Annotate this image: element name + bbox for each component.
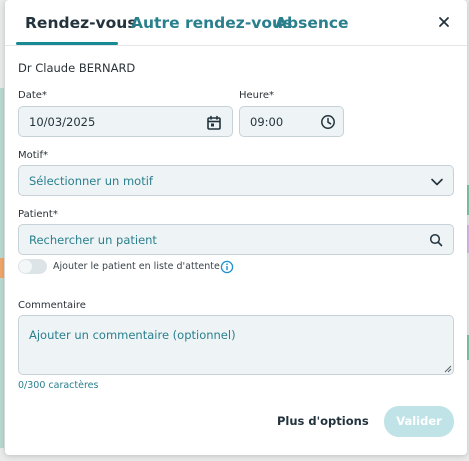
comment-placeholder: Ajouter un commentaire (optionnel): [29, 328, 236, 342]
tab-absence[interactable]: Absence: [275, 14, 349, 32]
toggle-knob: [19, 260, 32, 273]
motif-placeholder: Sélectionner un motif: [29, 174, 153, 188]
comment-textarea[interactable]: Ajouter un commentaire (optionnel): [18, 315, 454, 375]
comment-label: Commentaire: [18, 300, 86, 311]
doctor-name: Dr Claude BERNARD: [18, 61, 136, 75]
motif-select[interactable]: Sélectionner un motif: [18, 165, 454, 196]
background-calendar-strip: [0, 258, 4, 278]
comment-char-counter: 0/300 caractères: [18, 380, 99, 391]
date-label: Date*: [18, 90, 47, 101]
date-field[interactable]: 10/03/2025: [18, 106, 233, 137]
tab-autre-rendez-vous[interactable]: Autre rendez-vous: [131, 14, 292, 32]
tab-bar: Rendez-vous Autre rendez-vous Absence: [5, 0, 467, 46]
time-label: Heure*: [239, 90, 275, 101]
search-icon: [429, 233, 443, 247]
close-icon: [439, 17, 449, 27]
patient-placeholder: Rechercher un patient: [29, 233, 157, 247]
tab-rendez-vous[interactable]: Rendez-vous: [25, 14, 137, 32]
time-value: 09:00: [250, 115, 284, 129]
resize-handle-icon[interactable]: [444, 365, 452, 373]
patient-label: Patient*: [18, 209, 58, 220]
close-button[interactable]: [435, 13, 453, 31]
appointment-dialog: Rendez-vous Autre rendez-vous Absence Dr…: [5, 0, 467, 455]
info-icon[interactable]: [220, 260, 234, 274]
calendar-icon[interactable]: [206, 115, 222, 131]
chevron-down-icon: [431, 178, 443, 186]
clock-icon[interactable]: [320, 114, 336, 130]
more-options-button[interactable]: Plus d'options: [277, 414, 369, 428]
date-value: 10/03/2025: [29, 115, 96, 129]
submit-button[interactable]: Valider: [384, 406, 454, 437]
time-field[interactable]: 09:00: [239, 106, 344, 137]
waitlist-toggle[interactable]: [18, 259, 47, 274]
motif-label: Motif*: [18, 150, 48, 161]
patient-search-input[interactable]: Rechercher un patient: [18, 224, 454, 255]
waitlist-label: Ajouter le patient en liste d'attente: [53, 261, 220, 272]
active-tab-indicator: [16, 42, 118, 45]
